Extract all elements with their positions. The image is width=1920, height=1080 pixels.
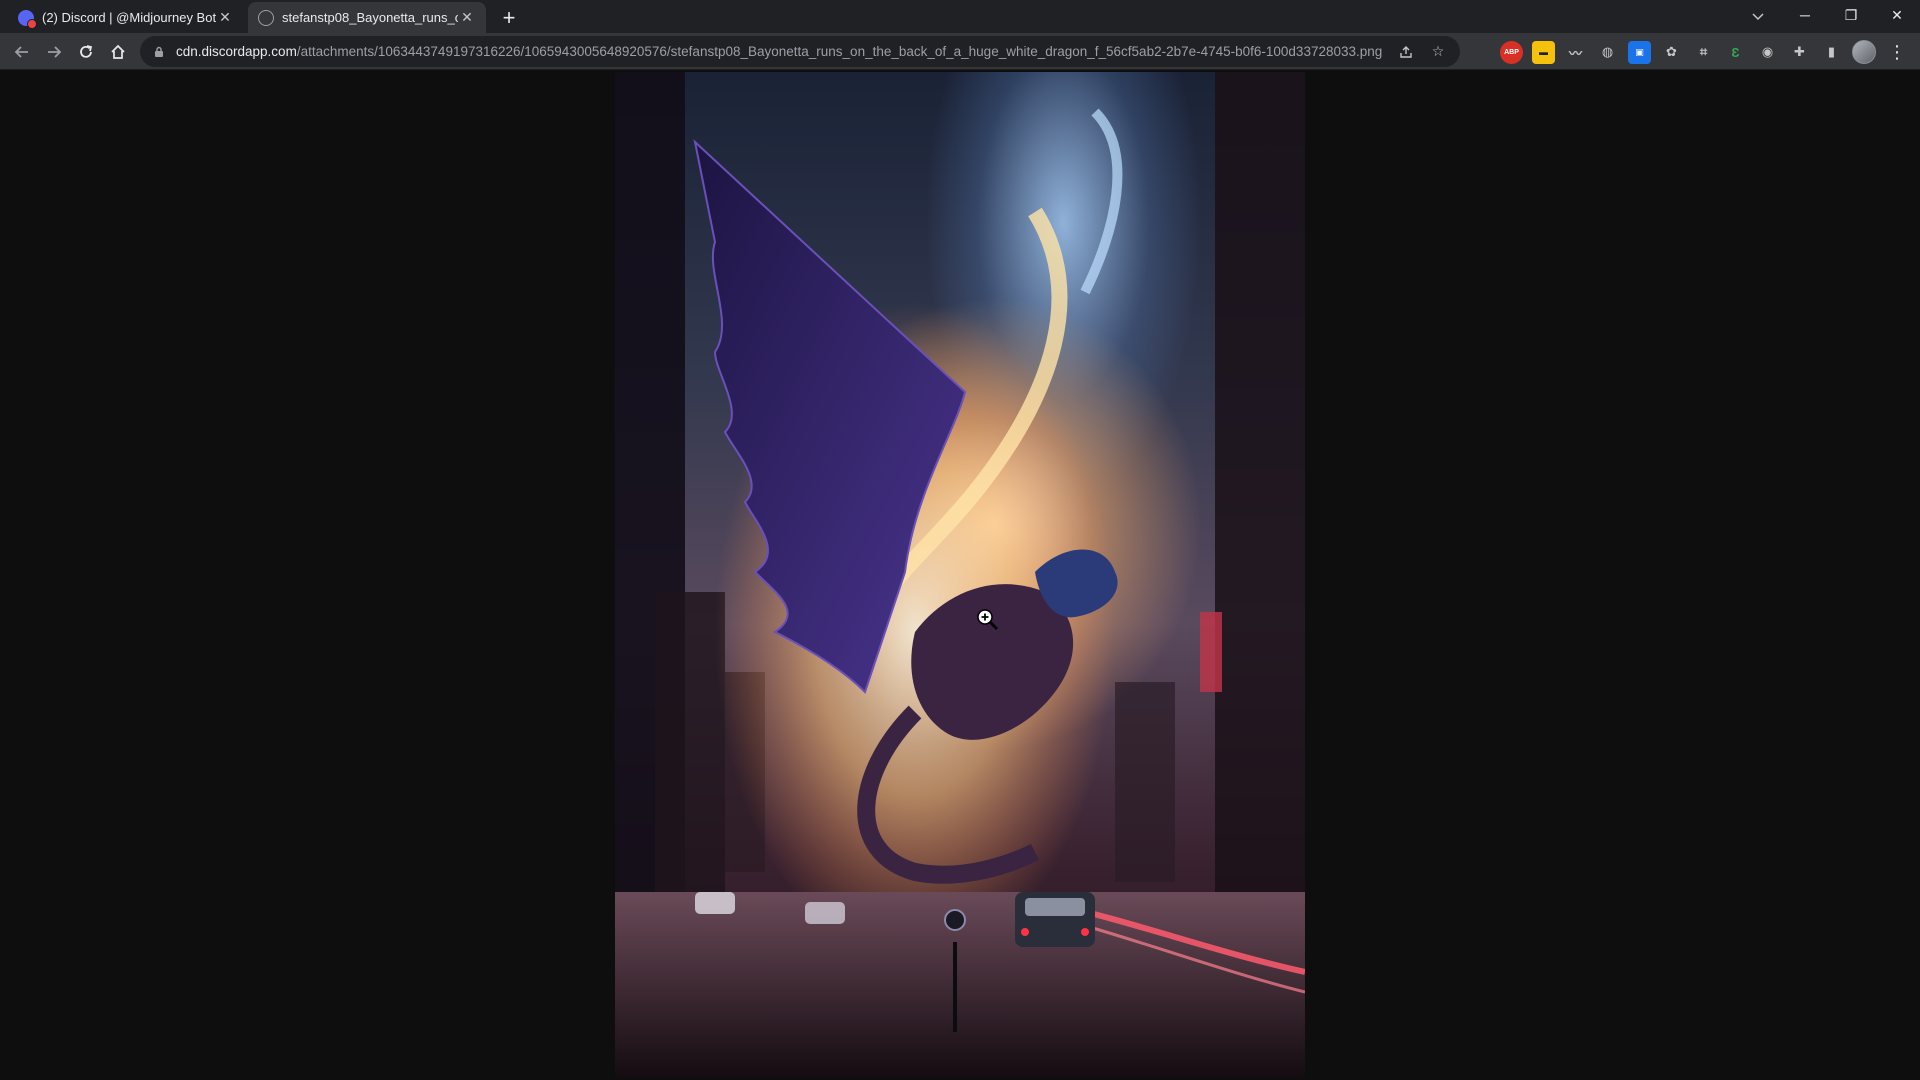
url-text[interactable]: cdn.discordapp.com/attachments/106344374… xyxy=(176,44,1388,59)
globe-extension-icon[interactable]: ◍ xyxy=(1596,41,1619,64)
puzzle-extensions-icon[interactable]: ✚ xyxy=(1788,41,1811,64)
globe-icon xyxy=(258,9,274,26)
lightning-bolt xyxy=(1080,108,1123,295)
wave-extension-icon[interactable]: 〰 xyxy=(1564,41,1587,64)
artwork-illustration xyxy=(615,72,1305,1077)
profile-avatar[interactable] xyxy=(1852,40,1876,64)
lock-icon[interactable] xyxy=(152,45,166,59)
close-tab-icon[interactable]: ✕ xyxy=(216,9,234,27)
tab-image[interactable]: stefanstp08_Bayonetta_runs_on_ ✕ xyxy=(248,2,486,33)
url-host: cdn.discordapp.com xyxy=(176,44,297,59)
reload-button[interactable] xyxy=(72,38,100,66)
notification-badge xyxy=(27,18,37,29)
image-viewer xyxy=(0,70,1920,1080)
tab-strip: (2) Discord | @Midjourney Bot ✕ stefanst… xyxy=(0,0,1920,33)
extensions-bar: ABP ▬ 〰 ◍ ▣ ✿ ⌗ Ɛ ◉ ✚ ▮ xyxy=(1500,38,1876,66)
close-tab-icon[interactable]: ✕ xyxy=(458,9,476,27)
green-extension-icon[interactable]: Ɛ xyxy=(1724,41,1747,64)
yellow-extension-icon[interactable]: ▬ xyxy=(1532,40,1555,64)
restore-button[interactable]: ❐ xyxy=(1828,0,1874,30)
tab-search-chevron-icon[interactable] xyxy=(1745,4,1771,30)
discord-icon xyxy=(18,9,37,29)
url-path: /attachments/1063443749197316226/1065943… xyxy=(296,44,1383,59)
car-taillight-left xyxy=(1021,928,1029,936)
kebab-menu-icon[interactable]: ⋮ xyxy=(1884,38,1910,66)
blue-extension-icon[interactable]: ▣ xyxy=(1628,40,1651,64)
parking-meter xyxy=(944,909,966,931)
arrow-right-icon xyxy=(48,46,62,58)
minimize-button[interactable]: ─ xyxy=(1782,0,1828,30)
close-window-button[interactable]: ✕ xyxy=(1874,0,1920,30)
side-panel-icon[interactable]: ▮ xyxy=(1820,41,1843,64)
tab-title: stefanstp08_Bayonetta_runs_on_ xyxy=(282,10,458,25)
forward-button[interactable] xyxy=(40,38,68,66)
car-right-window xyxy=(1025,898,1085,916)
car-taillight-right xyxy=(1081,928,1089,936)
building-right-2 xyxy=(1115,682,1175,882)
address-bar[interactable]: cdn.discordapp.com/attachments/106344374… xyxy=(140,36,1460,67)
openai-extension-icon[interactable]: ✿ xyxy=(1660,41,1683,64)
tab-discord[interactable]: (2) Discord | @Midjourney Bot ✕ xyxy=(8,2,244,33)
camera-extension-icon[interactable]: ◉ xyxy=(1756,41,1779,64)
reload-icon xyxy=(80,45,93,58)
window-controls: ─ ❐ ✕ xyxy=(1782,0,1920,33)
car-left-2 xyxy=(805,902,845,924)
building-left-2 xyxy=(655,592,725,892)
browser-toolbar: cdn.discordapp.com/attachments/106344374… xyxy=(0,33,1920,70)
adblock-plus-icon[interactable]: ABP xyxy=(1500,40,1523,64)
arrow-left-icon xyxy=(14,46,28,58)
bookmark-star-icon[interactable]: ☆ xyxy=(1428,42,1448,62)
neon-sign xyxy=(1200,612,1222,692)
home-button[interactable] xyxy=(104,38,132,66)
share-icon[interactable] xyxy=(1396,42,1416,62)
new-tab-button[interactable]: + xyxy=(496,5,522,31)
tab-title: (2) Discord | @Midjourney Bot xyxy=(42,10,216,25)
home-icon xyxy=(111,44,125,59)
dragon-artwork-image[interactable] xyxy=(615,72,1305,1077)
car-left xyxy=(695,892,735,914)
back-button[interactable] xyxy=(8,38,36,66)
translate-extension-icon[interactable]: ⌗ xyxy=(1692,41,1715,64)
